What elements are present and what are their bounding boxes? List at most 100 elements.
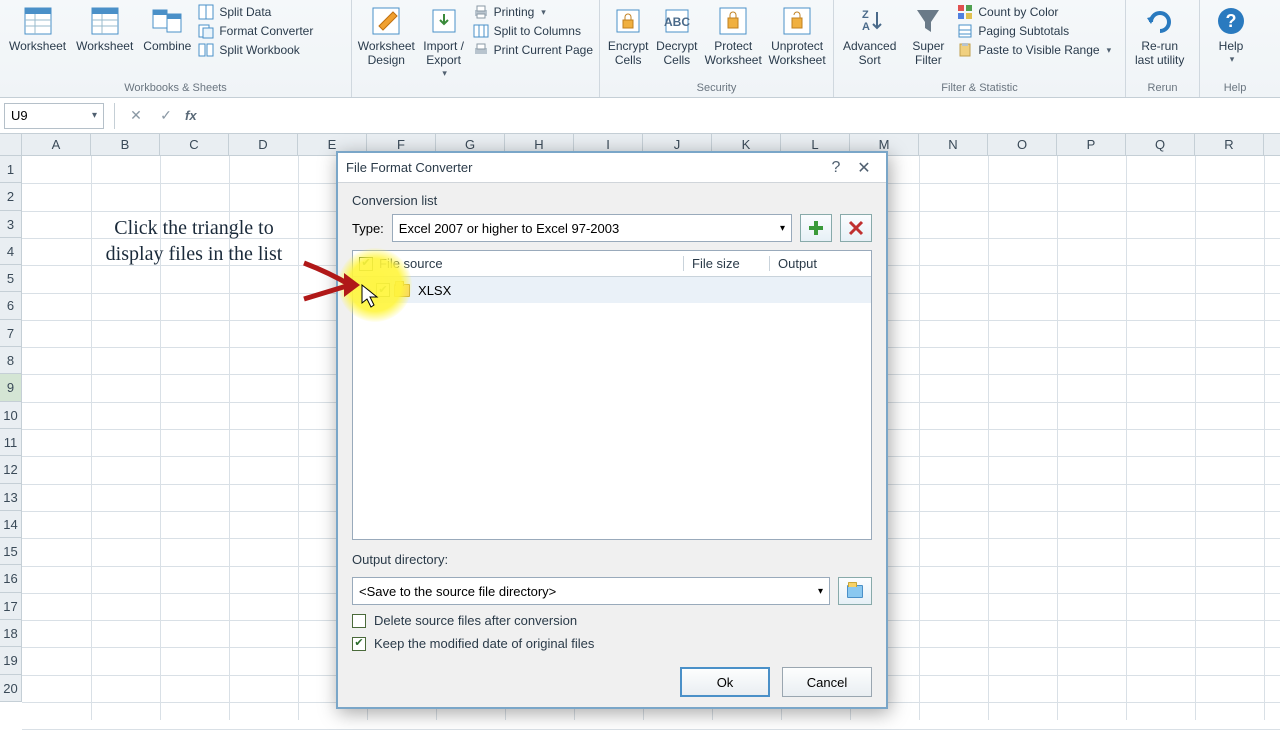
col-header[interactable]: N: [919, 134, 988, 155]
row-header[interactable]: 15: [0, 538, 21, 565]
add-file-button[interactable]: [800, 214, 832, 242]
col-header[interactable]: B: [91, 134, 160, 155]
format-converter-btn[interactable]: Format Converter: [198, 23, 313, 39]
count-by-color-btn[interactable]: Count by Color: [957, 4, 1111, 20]
row-header[interactable]: 17: [0, 593, 21, 620]
rerun-btn[interactable]: Re-run last utility: [1130, 2, 1189, 70]
ok-button[interactable]: Ok: [680, 667, 770, 697]
ribbon-group-rerun: Re-run last utility Rerun: [1126, 0, 1200, 97]
chevron-down-icon: ▾: [1107, 45, 1112, 56]
type-label: Type:: [352, 221, 384, 236]
expand-triangle-icon[interactable]: ▸: [367, 285, 372, 296]
chevron-down-icon: ▾: [92, 110, 97, 121]
ribbon-group-help: ?Help▾ Help: [1200, 0, 1270, 97]
print-current-page-btn[interactable]: Print Current Page: [473, 42, 593, 58]
file-name: XLSX: [418, 283, 451, 298]
protect-worksheet-btn[interactable]: Protect Worksheet: [701, 2, 765, 70]
formula-input[interactable]: [201, 103, 1280, 129]
cancel-icon[interactable]: ✕: [125, 105, 147, 127]
col-header[interactable]: D: [229, 134, 298, 155]
import-export-btn[interactable]: Import / Export▾: [417, 2, 471, 81]
row-header[interactable]: 10: [0, 402, 21, 429]
type-select[interactable]: Excel 2007 or higher to Excel 97-2003▾: [392, 214, 792, 242]
row-header[interactable]: 2: [0, 183, 21, 210]
fx-icon[interactable]: fx: [185, 108, 197, 123]
col-header[interactable]: O: [988, 134, 1057, 155]
split-data-btn[interactable]: Split Data: [198, 4, 313, 20]
row-header[interactable]: 13: [0, 484, 21, 511]
ribbon-group-security: Encrypt Cells ABCDecrypt Cells Protect W…: [600, 0, 834, 97]
svg-text:?: ?: [1226, 11, 1237, 31]
help-btn[interactable]: ?Help▾: [1204, 2, 1258, 67]
paste-visible-btn[interactable]: Paste to Visible Range▾: [957, 42, 1111, 58]
name-box[interactable]: U9▾: [4, 103, 104, 129]
remove-file-button[interactable]: [840, 214, 872, 242]
formula-bar: U9▾ ✕ ✓ fx: [0, 98, 1280, 134]
row-header[interactable]: 18: [0, 620, 21, 647]
select-all-corner[interactable]: [0, 134, 22, 156]
row-header[interactable]: 12: [0, 456, 21, 483]
decrypt-cells-btn[interactable]: ABCDecrypt Cells: [652, 2, 701, 70]
row-header[interactable]: 11: [0, 429, 21, 456]
output-directory-select[interactable]: <Save to the source file directory>▾: [352, 577, 830, 605]
row-header[interactable]: 16: [0, 565, 21, 592]
folder-icon: [394, 284, 410, 297]
chevron-down-icon: ▾: [780, 223, 785, 234]
row-header[interactable]: 19: [0, 647, 21, 674]
row-header[interactable]: 6: [0, 292, 21, 319]
help-icon[interactable]: ?: [822, 157, 850, 179]
folder-icon: [847, 585, 863, 598]
ribbon-group-design: Worksheet Design Import / Export▾ Printi…: [352, 0, 600, 97]
row-header[interactable]: 8: [0, 347, 21, 374]
browse-folder-button[interactable]: [838, 577, 872, 605]
select-all-checkbox[interactable]: [359, 257, 373, 271]
row-header[interactable]: 1: [0, 156, 21, 183]
file-list-header: File source File size Output: [353, 251, 871, 277]
row-header[interactable]: 14: [0, 511, 21, 538]
row-header[interactable]: 5: [0, 265, 21, 292]
split-to-columns-btn[interactable]: Split to Columns: [473, 23, 593, 39]
delete-source-checkbox[interactable]: [352, 614, 366, 628]
chevron-down-icon: ▾: [442, 68, 447, 79]
row-header[interactable]: 9: [0, 374, 21, 401]
ribbon-group-workbooks: Worksheet Worksheet Combine Split Data F…: [0, 0, 352, 97]
svg-text:A: A: [862, 21, 870, 33]
unprotect-worksheet-btn[interactable]: Unprotect Worksheet: [765, 2, 829, 70]
enter-icon[interactable]: ✓: [155, 105, 177, 127]
row-headers[interactable]: 1234567891011121314151617181920: [0, 156, 22, 702]
row-header[interactable]: 7: [0, 320, 21, 347]
printing-btn[interactable]: Printing▾: [473, 4, 593, 20]
col-header[interactable]: A: [22, 134, 91, 155]
dialog-title: File Format Converter: [346, 160, 822, 175]
chevron-down-icon: ▾: [541, 7, 546, 18]
chevron-down-icon: ▾: [818, 586, 823, 597]
advanced-sort-btn[interactable]: ZAAdvanced Sort: [838, 2, 901, 70]
worksheet-design-btn[interactable]: Worksheet Design: [356, 2, 417, 70]
file-list-row[interactable]: ▸ XLSX: [353, 277, 871, 303]
col-header[interactable]: P: [1057, 134, 1126, 155]
encrypt-cells-btn[interactable]: Encrypt Cells: [604, 2, 652, 70]
file-format-converter-dialog: File Format Converter ? ✕ Conversion lis…: [336, 151, 888, 709]
keep-date-checkbox[interactable]: [352, 637, 366, 651]
conversion-list-label: Conversion list: [352, 193, 872, 208]
col-header[interactable]: C: [160, 134, 229, 155]
cancel-button[interactable]: Cancel: [782, 667, 872, 697]
worksheet-btn-2[interactable]: Worksheet: [71, 2, 138, 56]
file-list[interactable]: File source File size Output ▸ XLSX: [352, 250, 872, 540]
dialog-titlebar: File Format Converter ? ✕: [338, 153, 886, 183]
worksheet-btn-1[interactable]: Worksheet: [4, 2, 71, 56]
super-filter-btn[interactable]: Super Filter: [901, 2, 955, 70]
row-header[interactable]: 3: [0, 211, 21, 238]
ribbon-group-filter: ZAAdvanced Sort Super Filter Count by Co…: [834, 0, 1126, 97]
row-header[interactable]: 20: [0, 675, 21, 702]
combine-btn[interactable]: Combine: [138, 2, 196, 56]
paging-subtotals-btn[interactable]: Paging Subtotals: [957, 23, 1111, 39]
close-icon[interactable]: ✕: [850, 157, 878, 179]
split-workbook-btn[interactable]: Split Workbook: [198, 42, 313, 58]
col-header[interactable]: Q: [1126, 134, 1195, 155]
output-directory-label: Output directory:: [352, 552, 872, 567]
col-header[interactable]: R: [1195, 134, 1264, 155]
file-checkbox[interactable]: [376, 283, 390, 297]
svg-text:ABC: ABC: [664, 15, 690, 29]
row-header[interactable]: 4: [0, 238, 21, 265]
